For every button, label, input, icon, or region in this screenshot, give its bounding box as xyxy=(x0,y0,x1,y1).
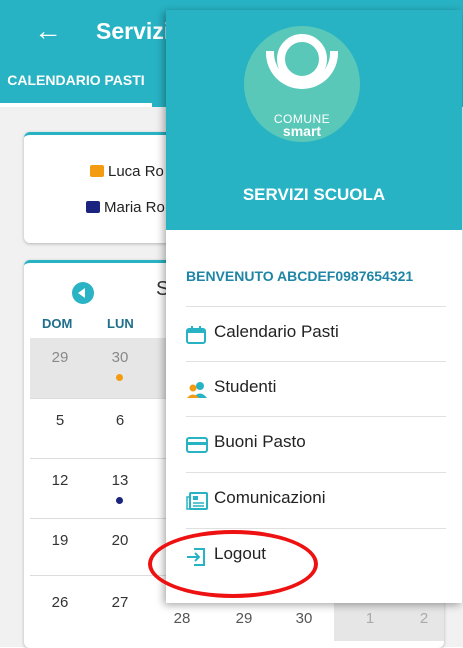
calendar-day[interactable]: 30 xyxy=(284,610,324,627)
menu-item-comunicazioni[interactable]: Comunicazioni xyxy=(186,474,446,528)
navigation-drawer: COMUNE smart SERVIZI SCUOLA BENVENUTO AB… xyxy=(166,10,462,603)
menu-item-calendario-pasti[interactable]: Calendario Pasti xyxy=(186,308,446,362)
calendar-day[interactable]: 30 xyxy=(100,349,140,366)
menu-item-label: Buoni Pasto xyxy=(214,432,306,451)
tab-calendario-pasti[interactable]: CALENDARIO PASTI xyxy=(0,72,152,88)
previous-month-button[interactable] xyxy=(72,282,94,304)
calendar-day[interactable]: 6 xyxy=(100,412,140,429)
student-name: Luca Ro xyxy=(108,163,164,180)
calendar-day[interactable]: 29 xyxy=(224,610,264,627)
calendar-day[interactable]: 13 xyxy=(100,472,140,489)
welcome-text: BENVENUTO ABCDEF0987654321 xyxy=(186,268,414,284)
menu-item-label: Studenti xyxy=(214,377,277,396)
menu-item-label: Comunicazioni xyxy=(214,488,326,507)
calendar-day[interactable]: 5 xyxy=(40,412,80,429)
app-title: Servizi xyxy=(96,18,171,44)
prev-month-cells xyxy=(30,338,166,398)
back-arrow-icon[interactable]: ← xyxy=(34,14,62,48)
calendar-day[interactable]: 2 xyxy=(404,610,444,627)
students-icon xyxy=(187,382,207,398)
calendar-day[interactable]: 28 xyxy=(162,610,202,627)
logo-ring-shape xyxy=(277,34,327,84)
calendar-day[interactable]: 29 xyxy=(40,349,80,366)
student-item[interactable]: Maria Ro xyxy=(86,199,165,216)
calendar-day[interactable]: 19 xyxy=(40,532,80,549)
meal-dot xyxy=(116,374,123,381)
menu-item-label: Calendario Pasti xyxy=(214,322,339,341)
divider xyxy=(186,361,446,362)
divider xyxy=(186,472,446,473)
menu-item-studenti[interactable]: Studenti xyxy=(186,363,446,417)
comune-smart-logo: COMUNE smart xyxy=(244,26,360,142)
calendar-day[interactable]: 20 xyxy=(100,532,140,549)
calendar-icon xyxy=(90,165,104,177)
calendar-icon xyxy=(86,201,100,213)
logout-highlight-circle xyxy=(148,530,318,598)
drawer-title: SERVIZI SCUOLA xyxy=(242,185,386,204)
calendar-day[interactable]: 1 xyxy=(350,610,390,627)
card-icon xyxy=(186,437,208,453)
meal-dot xyxy=(116,497,123,504)
drawer-header: COMUNE smart SERVIZI SCUOLA xyxy=(166,10,462,230)
calendar-day[interactable]: 26 xyxy=(40,594,80,611)
weekday-label: DOM xyxy=(42,316,73,331)
menu-item-buoni-pasto[interactable]: Buoni Pasto xyxy=(186,418,446,472)
divider xyxy=(186,416,446,417)
calendar-day[interactable]: 27 xyxy=(100,594,140,611)
student-name: Maria Ro xyxy=(104,199,165,216)
weekday-label: LUN xyxy=(107,316,134,331)
calendar-day[interactable]: 12 xyxy=(40,472,80,489)
calendar-icon xyxy=(186,326,206,344)
news-icon xyxy=(186,492,208,510)
divider xyxy=(186,528,446,529)
divider xyxy=(186,306,446,307)
logo-text-smart: smart xyxy=(282,123,322,139)
student-item[interactable]: Luca Ro xyxy=(90,163,164,180)
